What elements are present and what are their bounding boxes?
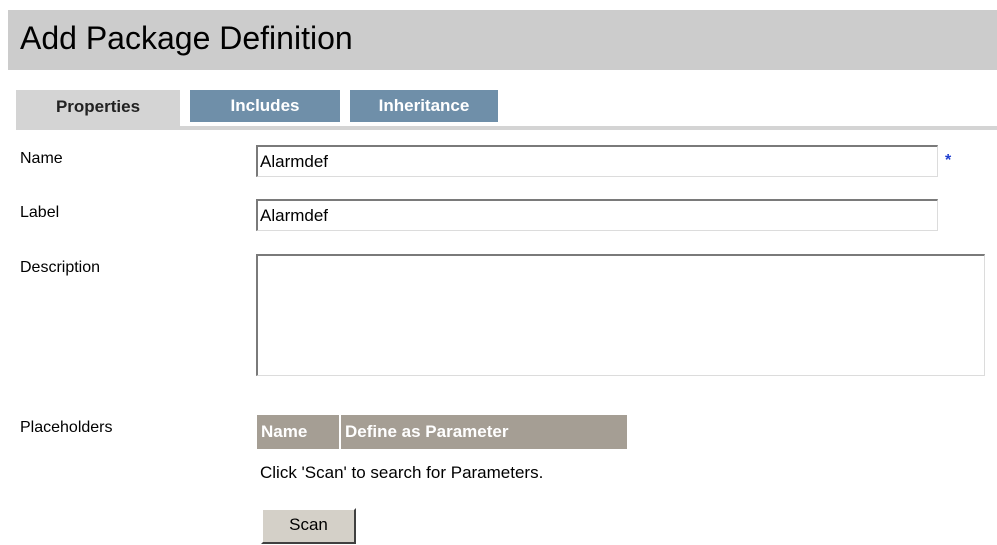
scan-hint-text: Click 'Scan' to search for Parameters. bbox=[260, 463, 544, 482]
tab-divider bbox=[16, 126, 997, 130]
name-field[interactable] bbox=[256, 145, 938, 177]
tab-includes[interactable]: Includes bbox=[190, 90, 340, 122]
page-title: Add Package Definition bbox=[20, 20, 353, 56]
description-field[interactable] bbox=[256, 254, 985, 376]
column-header-name: Name bbox=[257, 415, 341, 449]
page-header: Add Package Definition bbox=[8, 10, 997, 70]
name-label: Name bbox=[20, 150, 63, 167]
required-indicator: * bbox=[945, 152, 952, 169]
tab-properties[interactable]: Properties bbox=[16, 90, 180, 126]
label-label: Label bbox=[20, 204, 60, 221]
scan-button[interactable]: Scan bbox=[261, 508, 356, 544]
label-field[interactable] bbox=[256, 199, 938, 231]
tab-inheritance[interactable]: Inheritance bbox=[350, 90, 498, 122]
placeholders-label: Placeholders bbox=[20, 419, 113, 436]
description-label: Description bbox=[20, 259, 101, 276]
column-header-define-as-parameter: Define as Parameter bbox=[341, 415, 627, 449]
placeholders-table-header: Name Define as Parameter bbox=[257, 415, 627, 449]
